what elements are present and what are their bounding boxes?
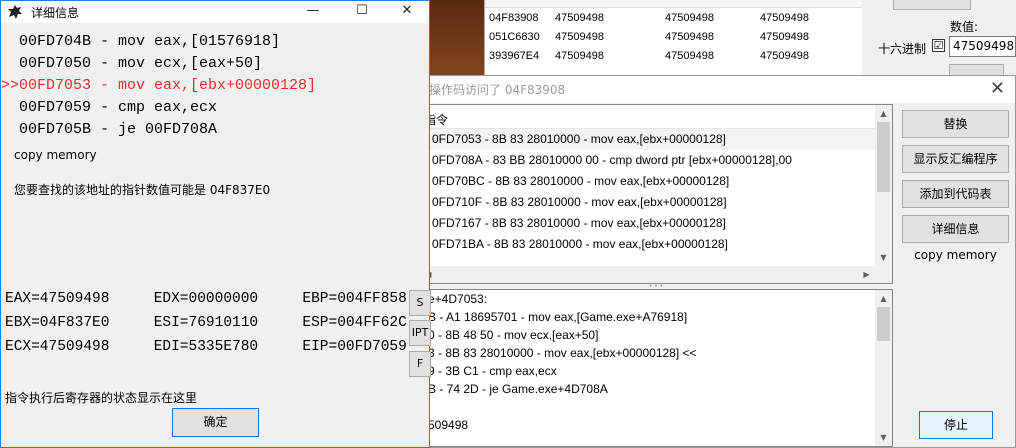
disassembly-panel[interactable]: e+4D7053: B - A1 18695701 - mov eax,[Gam… (419, 289, 893, 447)
hex-label: 十六进制 (878, 42, 927, 56)
scroll-thumb[interactable] (877, 122, 890, 192)
detail-window-titlebar[interactable]: 详细信息 — ☐ ✕ (1, 1, 429, 23)
address-cell: 051C6830 (489, 30, 540, 43)
value-input[interactable]: 47509498 (949, 36, 1016, 57)
disasm-vscrollbar[interactable]: ▲ ▼ (875, 290, 892, 446)
instruction-item[interactable]: 0FD70BC - 8B 83 28010000 - mov eax,[ebx+… (420, 171, 892, 192)
value-cell: 47509498 (760, 49, 809, 62)
scroll-down-icon[interactable]: ▼ (875, 249, 892, 266)
more-info-button[interactable]: 详细信息 (902, 215, 1009, 243)
add-to-codelist-button[interactable]: 添加到代码表 (902, 180, 1009, 208)
register-row: EAX=47509498 EDX=00000000 EBP=004FF858 (5, 287, 442, 311)
assembly-listing: 00FD704B - mov eax,[01576918] 00FD7050 -… (1, 31, 316, 141)
scroll-right-icon[interactable]: ▶ (858, 266, 875, 283)
disasm-line: 3 - 8B 83 28010000 - mov eax,[ebx+000001… (428, 346, 697, 360)
value-cell: 47509498 (555, 49, 604, 62)
replace-button[interactable]: 替换 (902, 110, 1009, 138)
disasm-line: 509498 (428, 418, 469, 432)
scan-button[interactable] (893, 0, 971, 10)
asm-line: 00FD705B - je 00FD708A (1, 121, 218, 138)
value-cell: 47509498 (760, 11, 809, 24)
instruction-item[interactable]: 0FD710F - 8B 83 28010000 - mov eax,[ebx+… (420, 192, 892, 213)
disasm-line: B - 74 2D - je Game.exe+4D708A (428, 382, 608, 396)
register-ebx: EBX=04F837E0 (5, 315, 110, 331)
scroll-thumb[interactable] (877, 307, 890, 341)
register-panel: EAX=47509498 EDX=00000000 EBP=004FF858 E… (5, 287, 442, 359)
maximize-icon[interactable]: ☐ (339, 1, 385, 23)
opcode-window-titlebar[interactable]: 操作码访问了 04F83908 ✕ (419, 76, 1015, 103)
instruction-item[interactable]: 0FD71BA - 8B 83 28010000 - mov eax,[ebx+… (420, 234, 892, 255)
value-cell: 47509498 (760, 30, 809, 43)
scroll-down-icon[interactable]: ▼ (875, 429, 892, 446)
disasm-line: e+4D7053: (428, 292, 488, 306)
stack-button[interactable]: S (409, 290, 431, 316)
value-cell: 47509498 (665, 49, 714, 62)
address-list[interactable]: 04F83908 47509498 47509498 47509498 051C… (484, 0, 862, 80)
scroll-up-icon[interactable]: ▲ (875, 290, 892, 307)
opcode-window-title: 操作码访问了 04F83908 (429, 83, 566, 97)
register-eax: EAX=47509498 (5, 291, 110, 307)
address-list-header (485, 0, 862, 8)
instruction-list-header: 指令 (420, 105, 892, 129)
register-edx: EDX=00000000 (153, 291, 259, 307)
address-cell: 04F83908 (489, 11, 539, 24)
copy-memory-label[interactable]: copy memory (14, 148, 97, 162)
detail-info-window: 详细信息 — ☐ ✕ 00FD704B - mov eax,[01576918]… (0, 0, 431, 448)
register-row: ECX=47509498 EDI=5335E780 EIP=00FD7059 (5, 335, 442, 359)
address-row[interactable]: 393967E4 47509498 47509498 47509498 (485, 46, 862, 65)
address-row[interactable]: 04F83908 47509498 47509498 47509498 (485, 8, 862, 27)
instruction-item[interactable]: 0FD7053 - 8B 83 28010000 - mov eax,[ebx+… (420, 129, 892, 150)
asm-line: 00FD7059 - cmp eax,ecx (1, 99, 218, 116)
disasm-line: B - A1 18695701 - mov eax,[Game.exe+A769… (428, 310, 688, 324)
app-icon (8, 5, 22, 19)
scroll-up-icon[interactable]: ▲ (875, 105, 892, 122)
address-cell: 393967E4 (489, 49, 540, 62)
instruction-item[interactable]: 0FD7167 - 8B 83 28010000 - mov eax,[ebx+… (420, 213, 892, 234)
value-cell: 47509498 (555, 11, 604, 24)
register-ecx: ECX=47509498 (5, 339, 110, 355)
instruction-item[interactable]: 0FD708A - 83 BB 28010000 00 - cmp dword … (420, 150, 892, 171)
hex-checkbox[interactable]: ☑ (932, 39, 945, 52)
fpu-button[interactable]: IPT (409, 320, 431, 346)
register-state-note: 指令执行后寄存器的状态显示在这里 (5, 391, 198, 405)
ok-button[interactable]: 确定 (172, 408, 259, 437)
pointer-hint-text: 您要查找的该地址的指针数值可能是 04F837E0 (14, 183, 271, 197)
copy-memory-label[interactable]: copy memory (902, 248, 1009, 262)
disasm-line (420, 398, 892, 416)
instruction-list[interactable]: 指令 0FD7053 - 8B 83 28010000 - mov eax,[e… (419, 104, 893, 284)
value-cell: 47509498 (665, 11, 714, 24)
show-disassembler-button[interactable]: 显示反汇编程序 (902, 145, 1009, 173)
asm-line: 00FD7050 - mov ecx,[eax+50] (1, 55, 263, 72)
register-row: EBX=04F837E0 ESI=76910110 ESP=004FF62C (5, 311, 442, 335)
asm-line: 00FD704B - mov eax,[01576918] (1, 33, 281, 50)
close-icon[interactable]: ✕ (990, 80, 1005, 98)
disasm-line: 0 - 8B 48 50 - mov ecx,[eax+50] (428, 328, 599, 342)
opcode-access-window: 操作码访问了 04F83908 ✕ 指令 0FD7053 - 8B 83 280… (418, 75, 1016, 448)
register-esi: ESI=76910110 (153, 315, 259, 331)
detail-window-title: 详细信息 (31, 6, 80, 20)
minimize-icon[interactable]: — (290, 1, 336, 23)
address-row[interactable]: 051C6830 47509498 47509498 47509498 (485, 27, 862, 46)
instruction-list-hscrollbar[interactable]: ◀ ▶ (420, 266, 892, 283)
stop-button[interactable]: 停止 (919, 411, 993, 439)
disasm-line: 9 - 3B C1 - cmp eax,ecx (428, 364, 557, 378)
value-cell: 47509498 (665, 30, 714, 43)
value-label: 数值: (950, 20, 979, 34)
value-cell: 47509498 (555, 30, 604, 43)
register-edi: EDI=5335E780 (153, 339, 259, 355)
close-icon[interactable]: ✕ (384, 1, 430, 23)
instruction-list-vscrollbar[interactable]: ▲ ▼ (875, 105, 892, 266)
asm-line-current: >>00FD7053 - mov eax,[ebx+00000128] (1, 77, 317, 94)
flags-button[interactable]: F (409, 351, 431, 377)
